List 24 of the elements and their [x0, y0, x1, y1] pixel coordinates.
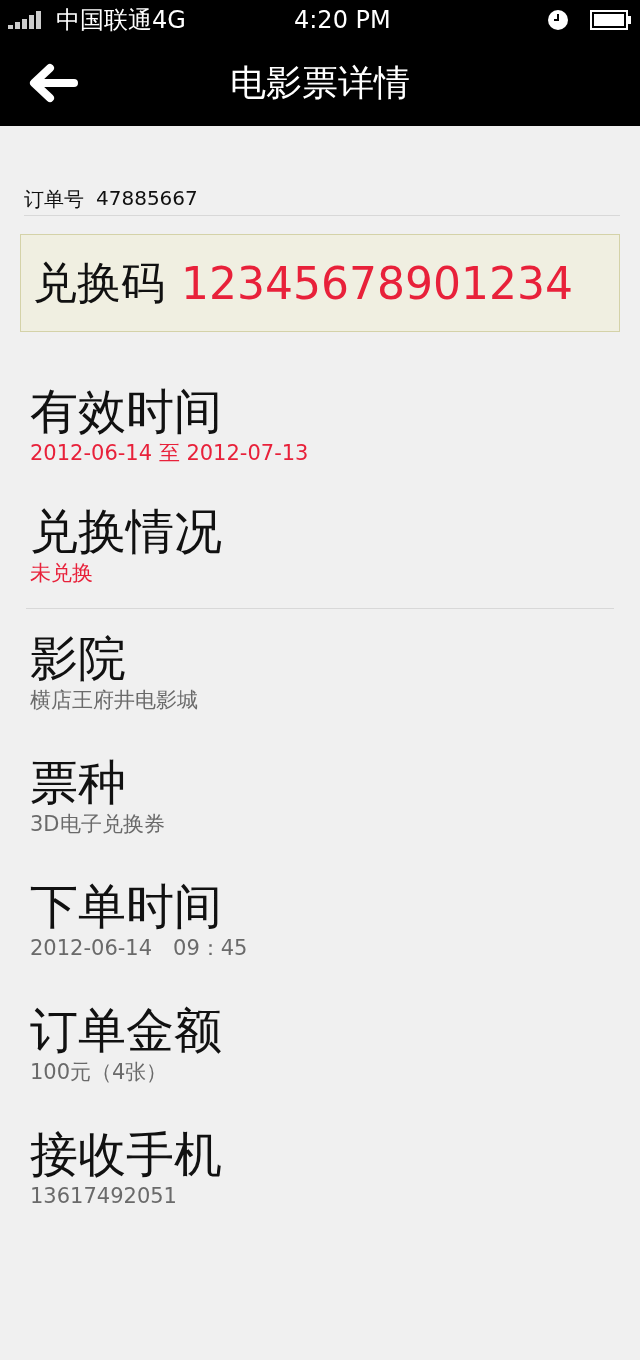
- code-label: 兑换码: [33, 255, 165, 310]
- item-value: 未兑换: [30, 560, 94, 586]
- back-arrow-icon[interactable]: [28, 63, 78, 103]
- item-label: 影院: [30, 629, 127, 687]
- item-value: 13617492051: [30, 1183, 178, 1209]
- code-value: 12345678901234: [181, 257, 573, 309]
- order-label: 订单号: [24, 186, 84, 213]
- item-value: 2012-06-14 至 2012-07-13: [30, 440, 310, 466]
- item-value: 100元（4张）: [30, 1059, 169, 1085]
- clock-icon: [548, 10, 568, 30]
- item-label: 有效时间: [30, 382, 223, 440]
- item-value: 3D电子兑换券: [30, 811, 166, 837]
- item-label: 下单时间: [30, 877, 223, 935]
- item-label: 兑换情况: [30, 502, 223, 560]
- order-number: 47885667: [96, 186, 198, 212]
- item-value: 2012-06-14 09：45: [30, 935, 249, 961]
- page-title: 电影票详情: [230, 60, 410, 105]
- item-value: 横店王府井电影城: [30, 687, 199, 713]
- item-label: 接收手机: [30, 1125, 223, 1183]
- battery-icon: [590, 10, 632, 30]
- item-label: 票种: [30, 753, 127, 811]
- status-time: 4:20 PM: [293, 6, 392, 34]
- carrier-name: 中国联通4G: [56, 5, 187, 36]
- item-label: 订单金额: [30, 1001, 223, 1059]
